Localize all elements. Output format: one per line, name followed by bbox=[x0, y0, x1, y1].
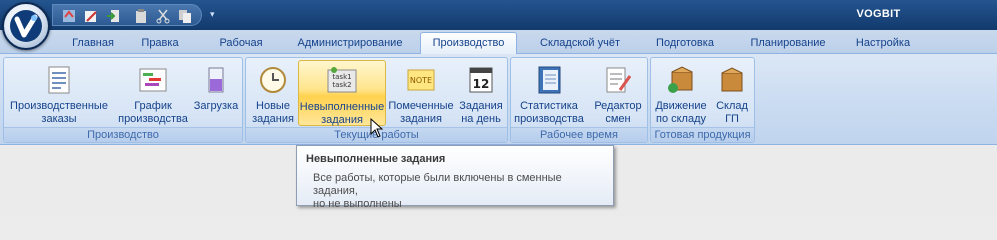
tab-production[interactable]: Производство bbox=[420, 32, 517, 55]
tab-edit[interactable]: Правка bbox=[130, 35, 190, 54]
tab-settings[interactable]: Настройка bbox=[846, 35, 920, 54]
production-schedule-button[interactable]: График производства bbox=[116, 60, 190, 126]
tooltip-title: Невыполненные задания bbox=[306, 153, 446, 165]
group-finished-goods: Движение по складу Склад ГП Готовая продук… bbox=[650, 57, 755, 143]
group-work-time-label: Рабочее время bbox=[511, 127, 647, 142]
app-title: VOGBIT bbox=[856, 8, 901, 20]
svg-text:12: 12 bbox=[473, 77, 490, 91]
tab-warehouse[interactable]: Складской учёт bbox=[528, 35, 632, 54]
tab-home[interactable]: Главная bbox=[60, 35, 126, 54]
tab-planning[interactable]: Планирование bbox=[738, 35, 838, 54]
group-finished-goods-label: Готовая продукция bbox=[651, 127, 754, 142]
ribbon-panel: Производственные заказы График производств… bbox=[0, 54, 997, 145]
marked-tasks-button[interactable]: NOTE Помеченные задания bbox=[388, 60, 454, 126]
shift-editor-button[interactable]: Редактор смен bbox=[589, 60, 647, 126]
marked-tasks-label: Помеченные задания bbox=[388, 100, 454, 125]
tooltip-body: Все работы, которые были включены в смен… bbox=[313, 172, 562, 210]
box-move-icon bbox=[668, 66, 693, 93]
new-tasks-button[interactable]: Новые задания bbox=[250, 60, 296, 126]
new-tasks-label: Новые задания bbox=[252, 100, 294, 125]
svg-text:task1: task1 bbox=[332, 73, 351, 81]
mouse-cursor-icon bbox=[370, 118, 384, 138]
daily-tasks-label: Задания на день bbox=[459, 100, 503, 125]
ribbon-tabs: Главная Правка Рабочая Администрирование… bbox=[0, 30, 997, 55]
title-bar: ▾ VOGBIT bbox=[0, 0, 997, 30]
load-button[interactable]: Загрузка bbox=[190, 60, 242, 126]
tab-working[interactable]: Рабочая bbox=[204, 35, 278, 54]
production-orders-button[interactable]: Производственные заказы bbox=[6, 60, 112, 126]
shift-editor-label: Редактор смен bbox=[594, 100, 642, 125]
svg-text:NOTE: NOTE bbox=[410, 76, 432, 85]
unfinished-tasks-button[interactable]: task1 task2 Невыполненные задания bbox=[298, 60, 386, 126]
notebook-icon bbox=[538, 66, 561, 94]
production-statistics-button[interactable]: Статистика производства bbox=[513, 60, 585, 126]
tab-administration[interactable]: Администрирование bbox=[285, 35, 415, 54]
finished-goods-warehouse-button[interactable]: Склад ГП bbox=[711, 60, 753, 126]
note-icon: NOTE bbox=[407, 69, 435, 91]
load-label: Загрузка bbox=[193, 100, 239, 112]
production-statistics-label: Статистика производства bbox=[514, 100, 584, 125]
production-schedule-label: График производства bbox=[118, 100, 188, 125]
warehouse-movement-button[interactable]: Движение по складу bbox=[653, 60, 709, 126]
tab-preparation[interactable]: Подготовка bbox=[643, 35, 727, 54]
task-list-icon: task1 task2 bbox=[327, 67, 357, 93]
clock-icon bbox=[260, 67, 286, 93]
warehouse-movement-label: Движение по складу bbox=[655, 100, 707, 125]
production-orders-label: Производственные заказы bbox=[10, 100, 108, 125]
edit-list-icon bbox=[606, 67, 632, 93]
app-logo[interactable] bbox=[2, 2, 50, 50]
beaker-icon bbox=[208, 67, 224, 93]
svg-text:task2: task2 bbox=[332, 81, 351, 89]
box-icon bbox=[721, 67, 743, 92]
tooltip-unfinished-tasks: Невыполненные задания Все работы, которы… bbox=[296, 145, 614, 210]
group-production: Производственные заказы График производств… bbox=[3, 57, 243, 143]
finished-goods-warehouse-label: Склад ГП bbox=[716, 100, 748, 125]
daily-tasks-button[interactable]: 12 Задания на день bbox=[456, 60, 506, 126]
calendar-icon: 12 bbox=[469, 67, 493, 93]
gantt-chart-icon bbox=[139, 68, 167, 92]
document-icon bbox=[48, 66, 70, 94]
group-work-time: Статистика производства Редактор смен Рабо… bbox=[510, 57, 648, 143]
group-production-label: Производство bbox=[4, 127, 242, 142]
